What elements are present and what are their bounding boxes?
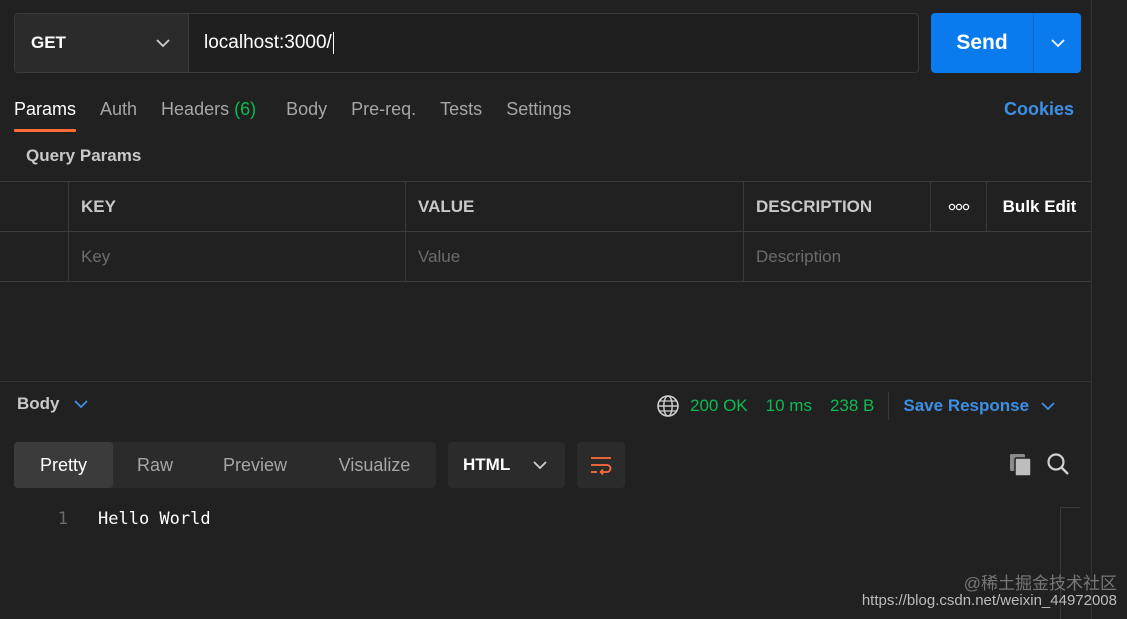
tab-settings[interactable]: Settings [506,96,571,132]
tab-params[interactable]: Params [14,96,77,132]
send-options-button[interactable] [1033,13,1081,73]
watermark-line-2: https://blog.csdn.net/weixin_44972008 [861,592,1117,609]
format-select[interactable]: HTML [448,442,565,488]
wrap-text-icon [591,457,612,475]
method-select[interactable]: GET [15,14,189,72]
pane-divider[interactable] [0,381,1092,382]
tab-label: Tests [440,99,483,119]
save-response-button[interactable]: Save Response [903,396,1055,416]
url-input[interactable]: localhost:3000/ [189,14,918,72]
chevron-down-icon [1050,38,1065,47]
description-column-header: DESCRIPTION [744,182,931,231]
headers-count-badge: (6) [234,99,257,119]
table-row: Key Value Description [0,232,1092,282]
response-view-tabs: Pretty Raw Preview Visualize [14,442,436,488]
tab-preview[interactable]: Preview [197,442,313,488]
tab-raw[interactable]: Raw [113,442,197,488]
row-checkbox-cell [0,232,69,281]
more-options-icon [948,203,969,210]
response-body-dropdown[interactable]: Body [17,394,88,414]
status-code[interactable]: 200 OK [690,396,748,416]
value-input[interactable]: Value [406,232,744,281]
more-options-button[interactable] [931,182,987,231]
chevron-down-icon [73,399,88,408]
tab-visualize[interactable]: Visualize [313,442,436,488]
code-text: Hello World [98,509,211,529]
tab-pretty[interactable]: Pretty [14,442,113,488]
url-text: localhost:3000/ [204,32,332,53]
watermark: @稀土掘金技术社区 https://blog.csdn.net/weixin_4… [862,575,1117,609]
request-url-bar: GET localhost:3000/ [14,13,919,73]
tab-label: Auth [100,99,138,119]
right-edge-border [1091,0,1092,619]
cookies-link[interactable]: Cookies [1004,96,1074,122]
checkbox-column-header [0,182,69,231]
code-line: 1 Hello World [0,507,211,531]
format-label: HTML [463,455,511,474]
globe-icon[interactable] [656,394,680,418]
query-params-title: Query Params [26,146,142,165]
chevron-down-icon [156,38,170,47]
save-response-label: Save Response [903,396,1030,415]
copy-icon[interactable] [1008,452,1034,478]
value-column-header: VALUE [406,182,744,231]
method-label: GET [31,33,66,52]
request-tabs: Params Auth Headers (6) Body Pre-req. Te… [14,96,595,132]
text-caret [332,32,334,54]
send-button-group: Send [931,13,1081,73]
send-button[interactable]: Send [931,13,1033,73]
table-header-row: KEY VALUE DESCRIPTION Bulk Edit [0,182,1092,232]
key-input[interactable]: Key [69,232,406,281]
response-status-area: 200 OK 10 ms 238 B Save Response [656,392,1055,420]
watermark-line-1: @稀土掘金技术社区 [963,574,1117,593]
tab-body[interactable]: Body [286,96,327,132]
tab-tests[interactable]: Tests [440,96,482,132]
response-time[interactable]: 10 ms [766,396,812,416]
key-column-header: KEY [69,182,406,231]
chevron-down-icon [1041,401,1055,410]
response-body-label: Body [17,394,60,413]
tab-label: Pre-req. [351,99,417,119]
tab-pre-request[interactable]: Pre-req. [351,96,416,132]
tab-label: Headers [161,99,230,119]
tab-label: Params [14,99,77,119]
tab-headers[interactable]: Headers (6) [161,96,256,132]
tab-label: Settings [506,99,572,119]
search-icon[interactable] [1046,452,1070,476]
tab-auth[interactable]: Auth [100,96,137,132]
chevron-down-icon [533,460,547,469]
line-number: 1 [57,509,68,529]
query-params-table: KEY VALUE DESCRIPTION Bulk Edit Key Valu… [0,181,1092,282]
bulk-edit-button[interactable]: Bulk Edit [987,182,1092,231]
tab-label: Body [286,99,328,119]
separator [888,392,890,420]
response-size[interactable]: 238 B [830,396,874,416]
description-input[interactable]: Description [744,232,1092,281]
wrap-lines-button[interactable] [577,442,625,488]
